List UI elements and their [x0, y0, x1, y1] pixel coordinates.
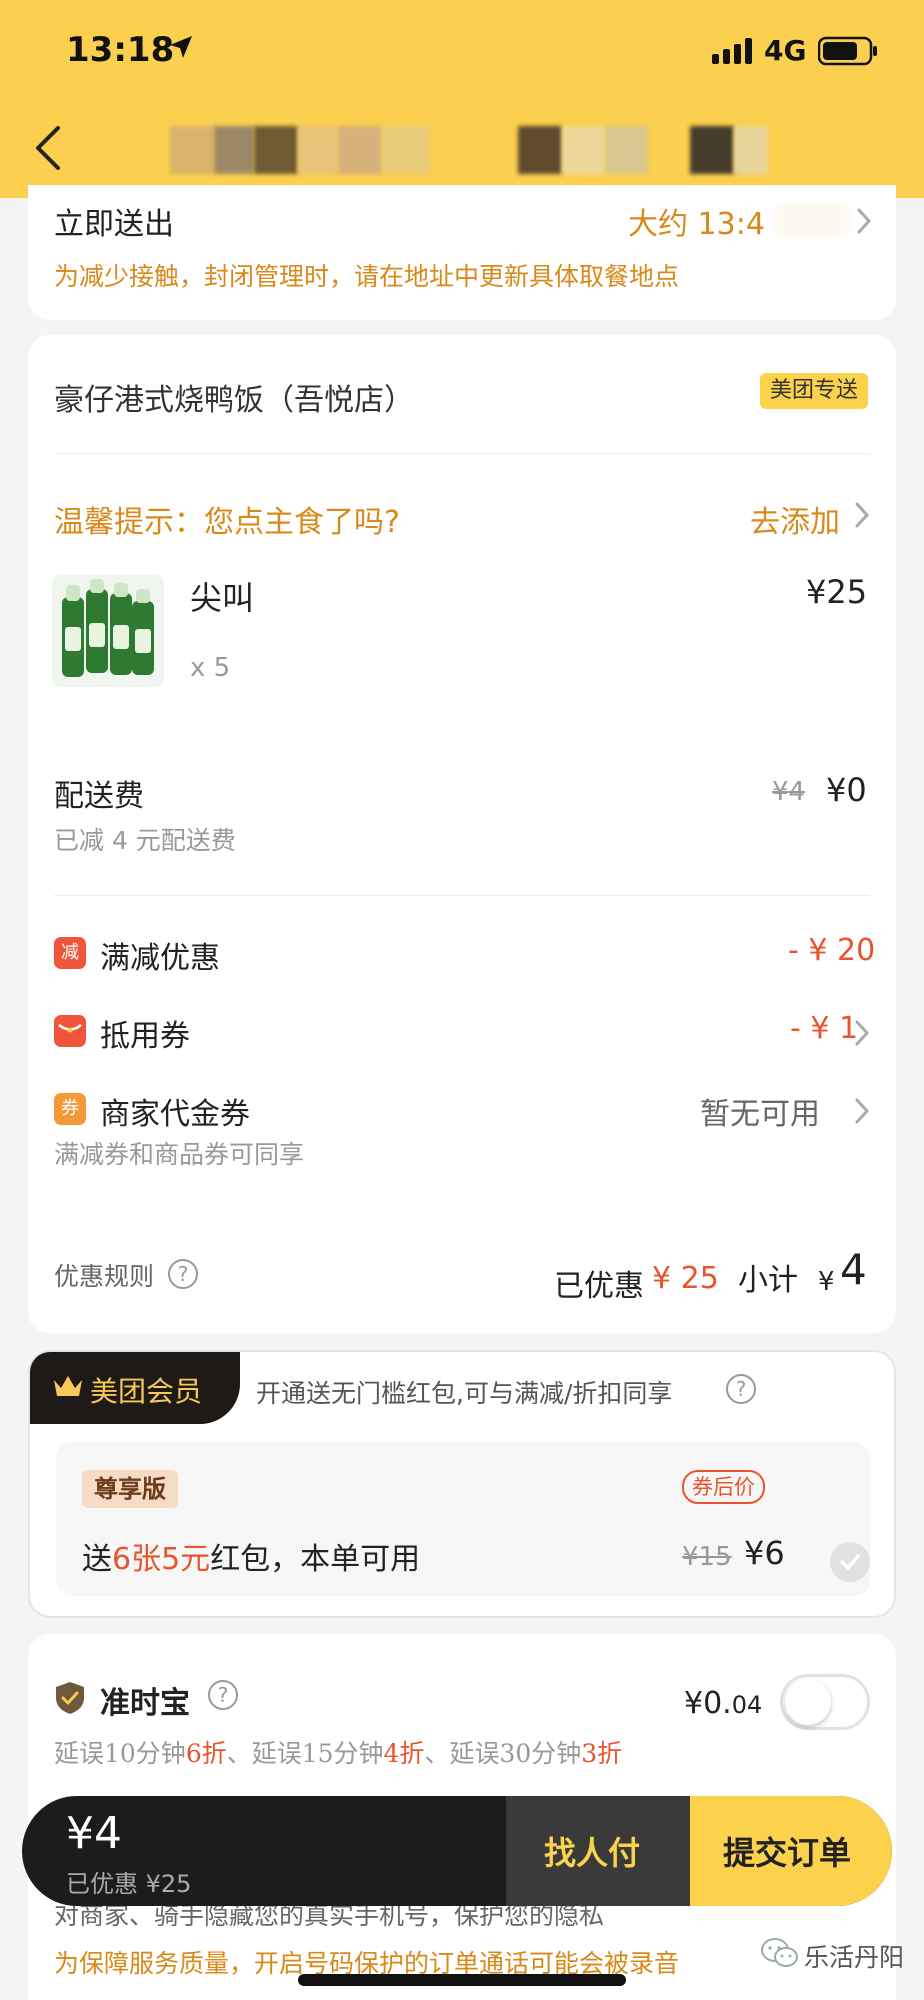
help-icon[interactable]: ?	[726, 1374, 756, 1404]
delivery-eta: 大约 13:4	[628, 207, 765, 242]
voucher-label[interactable]: 抵用券	[100, 1011, 190, 1055]
pay-for-me-button[interactable]: 找人付	[506, 1796, 690, 1906]
merchant-voucher-icon: 券	[54, 1093, 86, 1125]
merchant-voucher-label[interactable]: 商家代金券	[100, 1089, 250, 1133]
divider	[54, 453, 870, 454]
order-card: 豪仔港式烧鸭饭（吾悦店） 美团专送 温馨提示：您点主食了吗? 去添加 尖叫 ¥2…	[28, 335, 896, 1333]
delivery-fee-note: 已减 4 元配送费	[54, 826, 236, 855]
red-envelope-icon	[58, 1021, 82, 1041]
eta-blur	[776, 203, 848, 237]
rules-label[interactable]: 优惠规则	[54, 1257, 154, 1293]
footer-saved: 已优惠 ¥25	[66, 1870, 192, 1898]
wechat-icon	[761, 1938, 798, 1967]
discount-icon: 减	[54, 937, 86, 969]
submit-order-button[interactable]: 提交订单	[690, 1796, 892, 1906]
back-icon[interactable]	[28, 122, 68, 174]
delivery-fee-original: ¥4	[772, 777, 806, 807]
footer-total: ¥4	[66, 1808, 122, 1859]
offer-text: 送6张5元红包，本单可用	[82, 1542, 421, 1577]
vip-card[interactable]: 美团会员 开通送无门槛红包,可与满减/折扣同享 ? 尊享版 送6张5元红包，本单…	[28, 1350, 896, 1618]
shield-icon	[56, 1682, 84, 1714]
help-icon[interactable]: ?	[208, 1680, 238, 1710]
voucher-value: - ¥ 1	[790, 1011, 859, 1046]
delivery-service-tag: 美团专送	[760, 373, 869, 409]
discount-value: - ¥ 20	[788, 933, 876, 968]
vip-price: ¥6	[744, 1534, 785, 1572]
pay-for-me-label: 找人付	[544, 1834, 641, 1872]
watermark-text: 乐活丹阳	[804, 1943, 905, 1972]
delivery-fee-label: 配送费	[54, 779, 144, 814]
merchant-voucher-status: 暂无可用	[700, 1097, 820, 1132]
vip-original-price: ¥15	[682, 1542, 732, 1572]
chevron-right-icon	[855, 502, 870, 528]
checkout-bar: ¥4 已优惠 ¥25 找人付 提交订单	[22, 1796, 892, 1906]
chevron-right-icon	[857, 208, 872, 234]
insurance-desc: 延误10分钟6折、延误15分钟4折、延误30分钟3折	[54, 1739, 623, 1768]
tier-tag: 尊享版	[82, 1470, 178, 1508]
vip-title: 美团会员	[90, 1375, 203, 1408]
home-indicator[interactable]	[298, 1974, 626, 1986]
delivery-fee-price: ¥0	[826, 771, 867, 809]
store-name: 豪仔港式烧鸭饭（吾悦店）	[54, 383, 414, 418]
product-image[interactable]	[52, 575, 164, 687]
store-title-blurred	[170, 126, 780, 174]
delivery-card[interactable]: 立即送出 大约 13:4 为减少接触，封闭管理时，请在地址中更新具体取餐地点	[28, 185, 896, 320]
subtotal-label: 小计	[738, 1263, 798, 1298]
tip-text: 温馨提示：您点主食了吗?	[54, 505, 400, 540]
vip-tag: 美团会员	[30, 1352, 240, 1424]
discount-label: 满减优惠	[100, 941, 220, 976]
item-quantity: x 5	[190, 653, 231, 683]
signal-icon	[712, 38, 752, 64]
vip-desc: 开通送无门槛红包,可与满减/折扣同享	[256, 1379, 673, 1408]
saved-label: 已优惠	[554, 1269, 644, 1304]
insurance-title: 准时宝	[100, 1686, 190, 1721]
status-bar: 13:18 4G	[0, 0, 924, 100]
after-coupon-price-tag: 券后价	[682, 1470, 765, 1504]
add-staple-link[interactable]: 去添加	[750, 497, 840, 541]
header: 13:18 4G	[0, 0, 924, 198]
chevron-right-icon[interactable]	[854, 1019, 870, 1047]
toggle-knob	[785, 1679, 831, 1725]
help-icon[interactable]: ?	[168, 1259, 198, 1289]
crown-icon	[54, 1376, 82, 1396]
select-check-icon[interactable]	[830, 1542, 870, 1582]
item-name: 尖叫	[190, 579, 255, 617]
submit-order-label: 提交订单	[723, 1834, 852, 1872]
vip-offer[interactable]: 尊享版 送6张5元红包，本单可用 券后价 ¥15 ¥6	[56, 1442, 870, 1596]
insurance-price: ¥0.04	[684, 1686, 763, 1721]
chevron-right-icon[interactable]	[854, 1097, 870, 1125]
delivery-label: 立即送出	[54, 207, 174, 242]
insurance-toggle[interactable]	[780, 1674, 870, 1730]
subtotal-currency: ¥	[818, 1267, 835, 1297]
item-price: ¥25	[806, 573, 868, 611]
delivery-note: 为减少接触，封闭管理时，请在地址中更新具体取餐地点	[54, 262, 680, 291]
location-arrow-icon	[170, 36, 192, 58]
status-time: 13:18	[66, 30, 175, 70]
bottles-image	[52, 575, 164, 687]
divider	[54, 895, 870, 896]
voucher-icon	[54, 1015, 86, 1047]
network-type: 4G	[764, 34, 807, 67]
merchant-voucher-note: 满减券和商品券可同享	[54, 1140, 305, 1169]
battery-icon	[818, 36, 877, 66]
subtotal-value: 4	[840, 1245, 867, 1294]
checkmark-icon	[840, 1554, 860, 1570]
saved-value: ¥ 25	[652, 1261, 719, 1296]
